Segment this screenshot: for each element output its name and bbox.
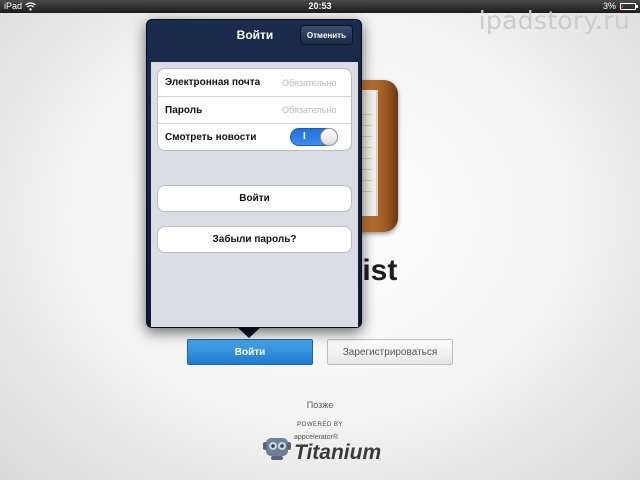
email-label: Электронная почта [165, 77, 261, 88]
email-placeholder[interactable]: Обязательно [282, 78, 336, 88]
news-label: Смотреть новости [165, 131, 257, 143]
register-button[interactable]: Зарегистрироваться [327, 339, 453, 365]
titanium-robot-icon [263, 438, 291, 460]
news-row: Смотреть новости I [158, 123, 351, 150]
titanium-label: Titanium [294, 441, 382, 464]
popover-content: Электронная почта Обязательно Пароль Обя… [151, 62, 358, 327]
cancel-button[interactable]: Отменить [299, 25, 353, 45]
later-link[interactable]: Позже [0, 400, 640, 410]
toggle-knob[interactable] [320, 128, 338, 146]
login-popover: Войти Отменить Электронная почта Обязате… [146, 19, 362, 328]
login-form-group: Электронная почта Обязательно Пароль Обя… [157, 68, 352, 151]
titanium-logo: appcelerator® Titanium [262, 430, 382, 470]
popover-login-button[interactable]: Войти [157, 185, 352, 212]
password-placeholder[interactable]: Обязательно [282, 105, 336, 115]
password-label: Пароль [165, 104, 203, 116]
forgot-password-button[interactable]: Забыли пароль? [157, 226, 352, 253]
news-toggle[interactable]: I [290, 128, 338, 146]
email-field[interactable]: Электронная почта Обязательно [158, 69, 351, 96]
toggle-on-text: I [303, 131, 306, 142]
login-button[interactable]: Войти [187, 339, 313, 365]
powered-by-label: POWERED BY [297, 422, 343, 428]
watermark: ipadstory.ru [478, 6, 630, 35]
appcelerator-label: appcelerator® [294, 434, 339, 441]
password-field[interactable]: Пароль Обязательно [158, 96, 351, 123]
